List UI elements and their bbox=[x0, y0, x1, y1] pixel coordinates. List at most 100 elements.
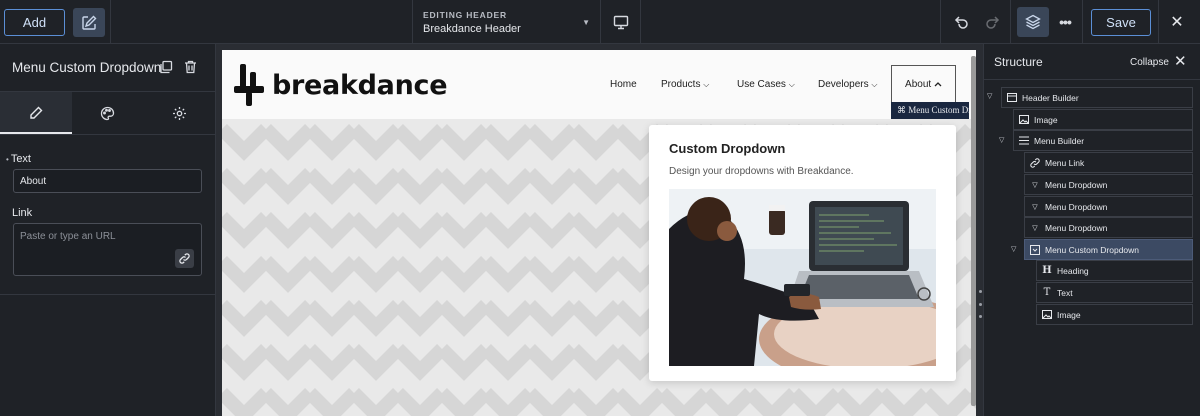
selected-element-tag: ⌘ Menu Custom Dropdown bbox=[891, 102, 969, 119]
tree-item-header-builder[interactable]: Header Builder bbox=[1001, 87, 1193, 108]
layers-icon bbox=[1025, 14, 1041, 30]
top-toolbar: Add EDITING HEADER Breakdance Header ▼ •… bbox=[0, 0, 1200, 44]
breakdance-logo-icon bbox=[234, 64, 264, 106]
text-icon: T bbox=[1043, 287, 1051, 298]
trash-icon[interactable] bbox=[184, 60, 197, 79]
tree-item-menu-custom-dropdown[interactable]: Menu Custom Dropdown bbox=[1024, 239, 1193, 260]
template-title: Breakdance Header bbox=[423, 23, 521, 35]
add-button[interactable]: Add bbox=[4, 9, 65, 36]
chevron-up-icon bbox=[934, 82, 942, 87]
tree-item-label: Image bbox=[1057, 309, 1081, 320]
pencil-square-icon bbox=[82, 15, 97, 30]
link-field-label: Link bbox=[12, 207, 33, 219]
link-icon[interactable] bbox=[175, 249, 194, 268]
element-title: Menu Custom Dropdown bbox=[12, 60, 162, 75]
site-preview[interactable]: breakdance Home Products ⌵ Use Cases ⌵ D… bbox=[222, 50, 976, 416]
structure-title: Structure bbox=[994, 55, 1043, 69]
duplicate-icon[interactable] bbox=[159, 60, 173, 79]
collapse-button[interactable]: Collapse bbox=[1130, 57, 1169, 68]
divider bbox=[1158, 0, 1159, 44]
tab-content[interactable] bbox=[0, 92, 72, 134]
divider bbox=[110, 0, 111, 44]
nav-about[interactable]: About bbox=[891, 65, 956, 103]
edit-mode-button[interactable] bbox=[73, 8, 105, 37]
undo-icon bbox=[954, 16, 968, 29]
divider bbox=[1082, 0, 1083, 44]
site-logo[interactable]: breakdance bbox=[234, 64, 448, 106]
gear-icon bbox=[172, 106, 186, 120]
link-input[interactable]: Paste or type an URL bbox=[13, 223, 202, 276]
tree-item-label: Menu Builder bbox=[1034, 135, 1085, 146]
structure-header: Structure Collapse ✕ bbox=[984, 44, 1200, 80]
close-icon[interactable]: ✕ bbox=[1167, 12, 1187, 32]
logo-text: breakdance bbox=[272, 69, 448, 101]
expand-toggle-icon[interactable]: ▽ bbox=[999, 136, 1004, 144]
text-input[interactable]: About bbox=[13, 169, 202, 193]
tree-item-image[interactable]: Image bbox=[1013, 109, 1193, 130]
tree-item-image[interactable]: Image bbox=[1036, 304, 1193, 325]
tree-item-menu-builder[interactable]: Menu Builder bbox=[1013, 130, 1193, 151]
dropdown-heading: Custom Dropdown bbox=[669, 141, 786, 156]
image-icon bbox=[1040, 310, 1054, 319]
image-icon bbox=[1017, 115, 1031, 124]
menu-icon bbox=[1017, 136, 1031, 145]
header-icon bbox=[1005, 93, 1019, 102]
dropdown-icon: ▽ bbox=[1032, 203, 1038, 211]
more-options-icon[interactable]: ••• bbox=[1055, 12, 1075, 32]
expand-toggle-icon[interactable]: ▽ bbox=[987, 92, 992, 100]
redo-button[interactable] bbox=[982, 12, 1004, 32]
tab-settings[interactable] bbox=[143, 92, 215, 134]
structure-toggle-button[interactable] bbox=[1017, 7, 1049, 37]
palette-icon bbox=[100, 106, 115, 120]
dropdown-icon: ▽ bbox=[1032, 224, 1038, 232]
expand-toggle-icon[interactable]: ▽ bbox=[1011, 245, 1016, 253]
tree-item-menu-link[interactable]: Menu Link bbox=[1024, 152, 1193, 173]
save-button[interactable]: Save bbox=[1091, 9, 1151, 36]
canvas: breakdance Home Products ⌵ Use Cases ⌵ D… bbox=[216, 44, 983, 416]
tree-item-label: Header Builder bbox=[1022, 92, 1079, 103]
nav-home[interactable]: Home bbox=[610, 79, 637, 90]
divider bbox=[940, 0, 941, 44]
tree-item-label: Menu Dropdown bbox=[1045, 201, 1108, 212]
nav-use-cases[interactable]: Use Cases ⌵ bbox=[737, 79, 795, 90]
desktop-icon bbox=[613, 15, 628, 29]
editing-label: EDITING HEADER bbox=[423, 10, 507, 20]
pencil-icon bbox=[30, 106, 43, 119]
tree-item-menu-dropdown[interactable]: ▽ Menu Dropdown bbox=[1024, 217, 1193, 238]
divider bbox=[0, 294, 216, 295]
link-placeholder: Paste or type an URL bbox=[20, 231, 116, 242]
tree-item-label: Text bbox=[1057, 287, 1073, 298]
chevron-down-icon: ⌵ bbox=[788, 80, 795, 89]
dropdown-icon: ▽ bbox=[1032, 181, 1038, 189]
tree-item-label: Menu Dropdown bbox=[1045, 179, 1108, 190]
tree-item-menu-dropdown[interactable]: ▽ Menu Dropdown bbox=[1024, 196, 1193, 217]
tree-item-menu-dropdown[interactable]: ▽ Menu Dropdown bbox=[1024, 174, 1193, 195]
divider bbox=[640, 0, 641, 44]
divider bbox=[1010, 0, 1011, 44]
close-icon[interactable]: ✕ bbox=[1174, 52, 1187, 70]
undo-button[interactable] bbox=[950, 12, 972, 32]
tree-item-label: Menu Custom Dropdown bbox=[1045, 244, 1140, 255]
tree-item-label: Image bbox=[1034, 114, 1058, 125]
tree-item-label: Heading bbox=[1057, 265, 1089, 276]
structure-panel: Structure Collapse ✕ ▽ Header Builder Im… bbox=[983, 44, 1200, 416]
tree-item-text[interactable]: T Text bbox=[1036, 282, 1193, 303]
desktop-preview-button[interactable] bbox=[601, 0, 640, 44]
dropdown-image bbox=[669, 189, 936, 366]
tree-item-label: Menu Dropdown bbox=[1045, 222, 1108, 233]
properties-panel: Menu Custom Dropdown • Text About Link Pa… bbox=[0, 44, 216, 416]
site-header[interactable]: breakdance Home Products ⌵ Use Cases ⌵ D… bbox=[222, 50, 976, 119]
chevron-down-icon: ⌵ bbox=[871, 80, 878, 89]
template-selector[interactable]: EDITING HEADER Breakdance Header ▼ bbox=[413, 0, 600, 44]
tree-item-heading[interactable]: H Heading bbox=[1036, 260, 1193, 281]
nav-developers[interactable]: Developers ⌵ bbox=[818, 79, 877, 90]
panel-tabs bbox=[0, 92, 215, 135]
dropdown-text: Design your dropdowns with Breakdance. bbox=[669, 166, 854, 177]
tree-item-label: Menu Link bbox=[1045, 157, 1085, 168]
tab-style[interactable] bbox=[72, 92, 144, 134]
custom-dropdown-panel[interactable]: Custom Dropdown Design your dropdowns wi… bbox=[649, 125, 956, 381]
panel-header: Menu Custom Dropdown bbox=[0, 44, 215, 92]
redo-icon bbox=[986, 16, 1000, 29]
canvas-scrollbar[interactable] bbox=[971, 56, 976, 406]
nav-products[interactable]: Products ⌵ bbox=[661, 79, 709, 90]
